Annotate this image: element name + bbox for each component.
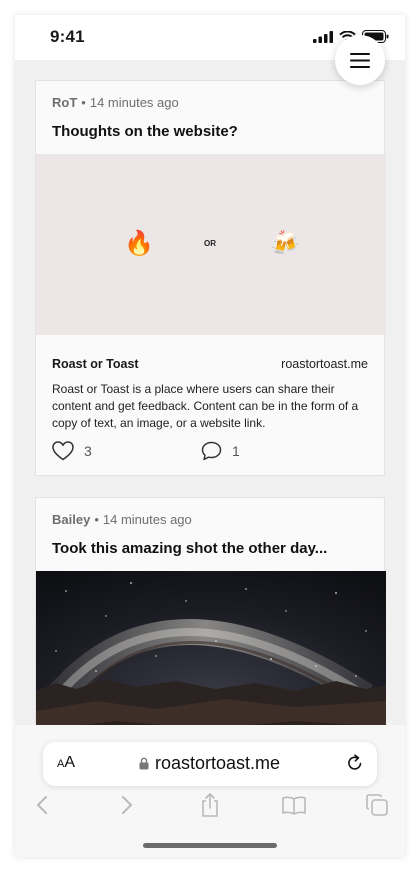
bookmarks-button[interactable] (281, 792, 307, 818)
reload-icon[interactable] (345, 753, 365, 773)
feed: RoT • 14 minutes ago Thoughts on the websi… (15, 60, 405, 725)
chevron-left-icon (37, 796, 47, 814)
link-domain[interactable]: roastortoast.me (281, 357, 368, 371)
post-author[interactable]: Bailey (52, 512, 90, 527)
comment-button[interactable]: 1 (201, 441, 240, 461)
post-card[interactable]: RoT • 14 minutes ago Thoughts on the websi… (35, 80, 386, 476)
tabs-button[interactable] (364, 792, 390, 818)
post-meta: Bailey • 14 minutes ago (52, 512, 192, 527)
fire-emoji: 🔥 (124, 230, 154, 257)
post-time: 14 minutes ago (89, 95, 179, 110)
post-title[interactable]: Took this amazing shot the other day... (52, 540, 327, 557)
tabs-icon (366, 794, 388, 816)
hamburger-menu-icon (350, 52, 370, 68)
post-meta: RoT • 14 minutes ago (52, 95, 179, 110)
text-size-button[interactable]: AA (57, 754, 75, 772)
post-title[interactable]: Thoughts on the website? (52, 123, 238, 140)
share-button[interactable] (197, 792, 223, 818)
post-card[interactable]: Bailey • 14 minutes ago Took this amazing … (35, 497, 386, 725)
or-label: OR (204, 239, 216, 248)
post-author[interactable]: RoT (52, 95, 77, 110)
book-icon (282, 796, 306, 815)
share-icon (202, 793, 218, 817)
comment-count: 1 (232, 443, 240, 459)
lock-icon (139, 757, 149, 770)
url-text: roastortoast.me (155, 753, 281, 773)
post-time: 14 minutes ago (102, 512, 192, 527)
safari-toolbar: AA roastortoast.me (15, 725, 405, 857)
back-button[interactable] (29, 792, 55, 818)
address-bar[interactable]: AA roastortoast.me (43, 742, 377, 786)
forward-button[interactable] (114, 792, 140, 818)
status-time: 9:41 (50, 27, 85, 46)
home-indicator (143, 843, 277, 848)
post-media[interactable]: 🔥 OR 🍻 (36, 154, 386, 335)
speech-bubble-icon (201, 441, 222, 461)
url-display[interactable]: roastortoast.me (139, 753, 280, 774)
link-site-name[interactable]: Roast or Toast (52, 357, 139, 371)
signal-icon (313, 30, 333, 43)
menu-button[interactable] (335, 35, 385, 85)
like-count: 3 (84, 443, 92, 459)
milky-way-photo (36, 571, 386, 725)
beers-emoji: 🍻 (270, 230, 300, 257)
like-button[interactable]: 3 (52, 441, 92, 461)
heart-icon (52, 441, 74, 461)
post-photo[interactable] (36, 571, 386, 725)
phone-screen: 9:41 RoT • 14 minutes ago Thoughts on the … (15, 15, 405, 857)
link-description: Roast or Toast is a place where users ca… (52, 382, 359, 430)
chevron-right-icon (122, 796, 132, 814)
